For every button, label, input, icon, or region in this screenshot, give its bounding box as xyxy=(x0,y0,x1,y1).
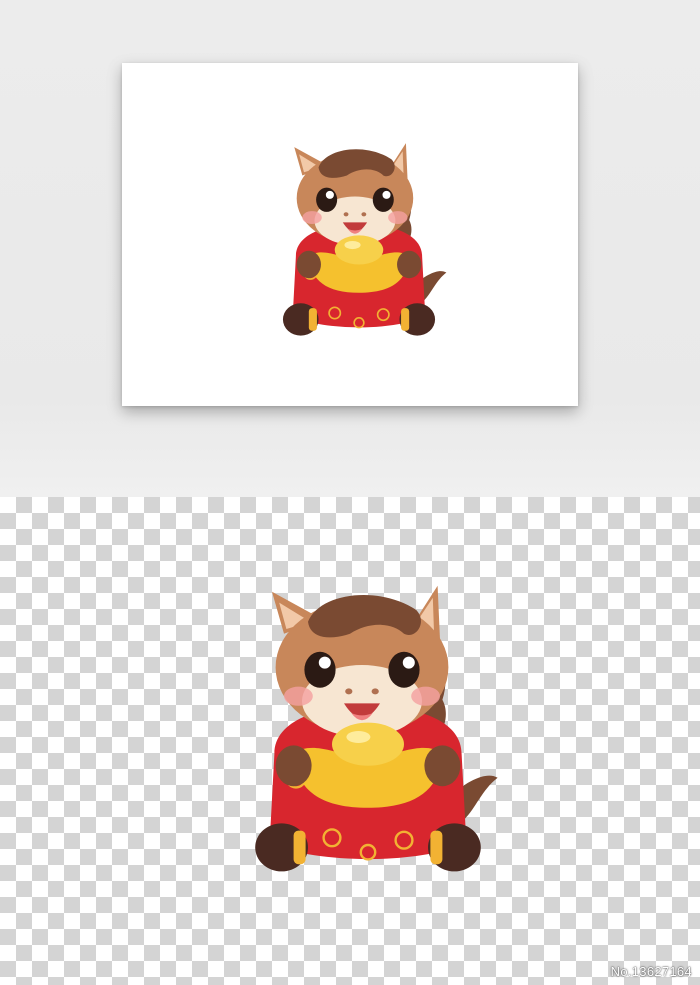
horse-illustration xyxy=(282,143,447,336)
image-id-label: No.13627164 xyxy=(610,964,692,979)
horse-illustration xyxy=(255,585,498,872)
horse-mascot-small xyxy=(282,143,447,336)
horse-mascot-large xyxy=(255,585,498,872)
